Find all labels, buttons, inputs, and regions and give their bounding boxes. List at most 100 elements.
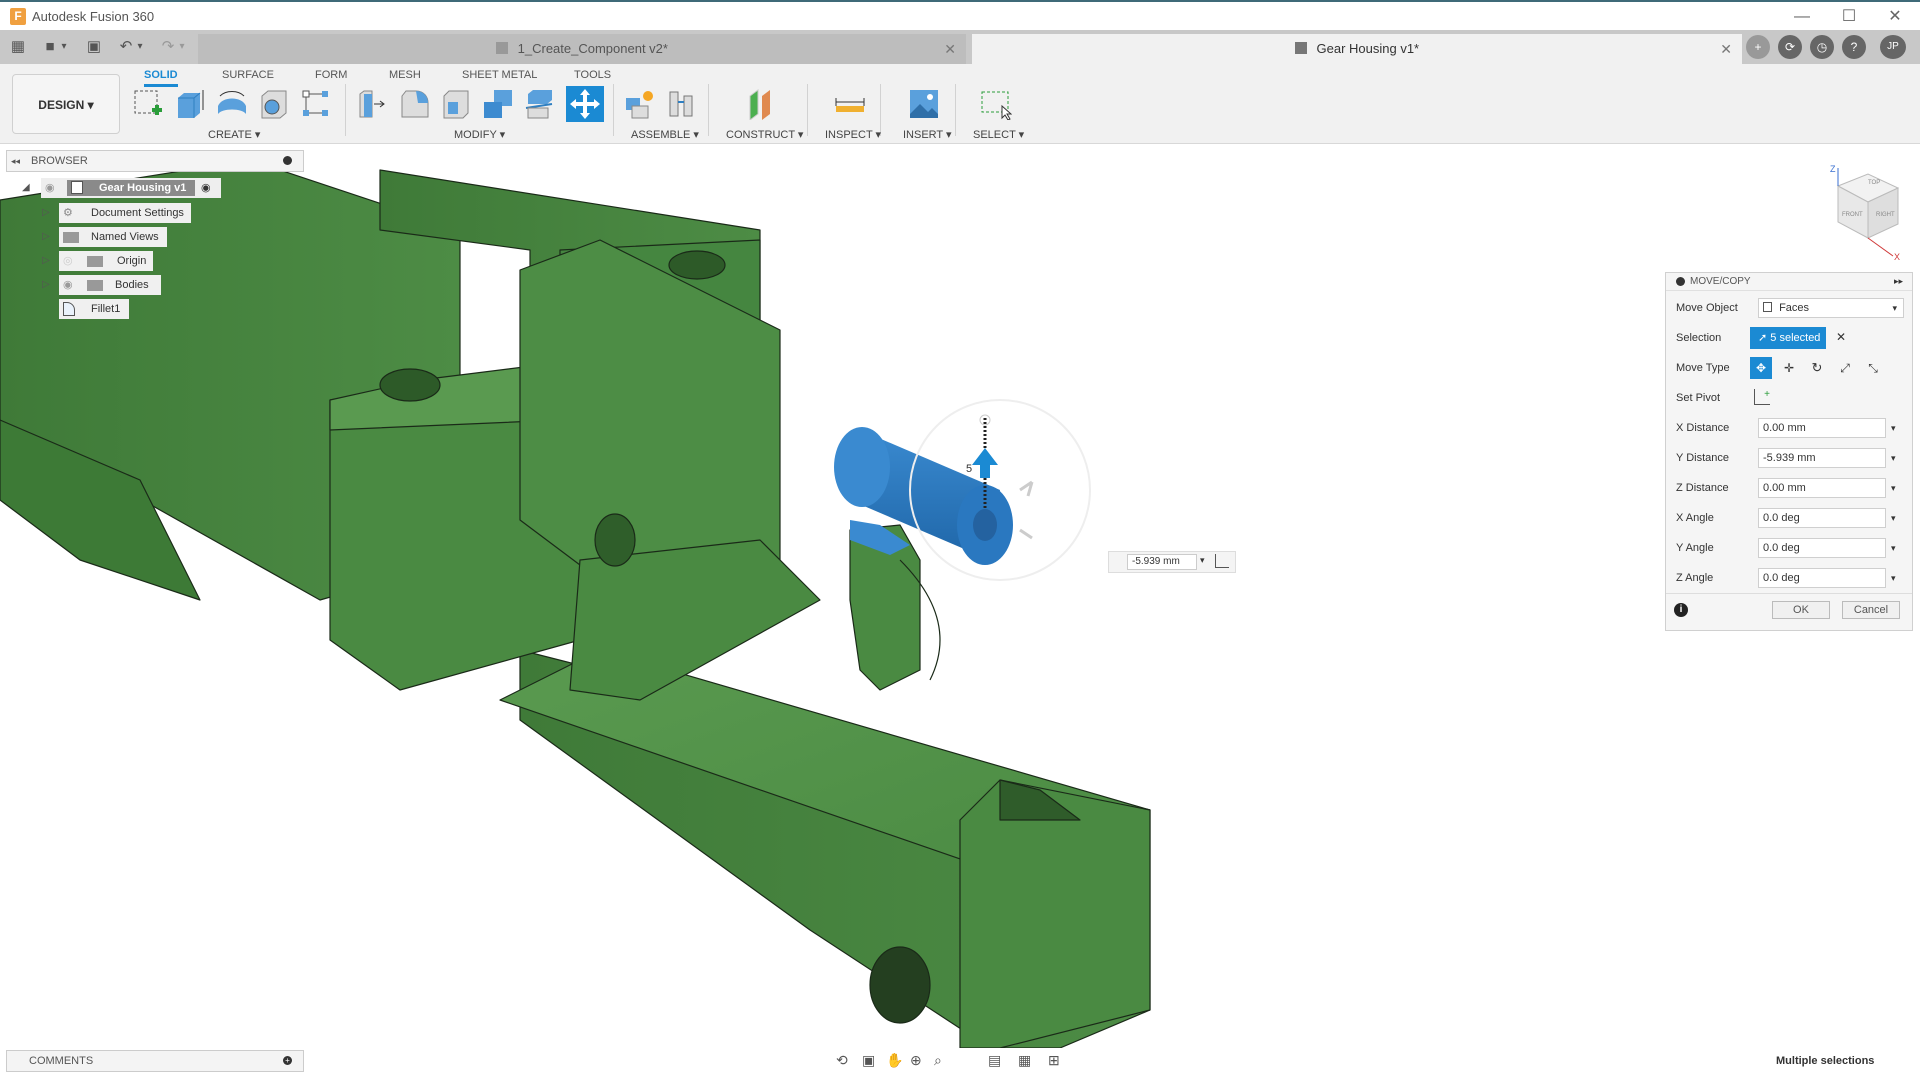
redo-caret-icon[interactable]: ▾ [176,37,188,57]
x-angle-input[interactable]: 0.0 deg [1758,508,1886,528]
ribbon-tab-mesh[interactable]: MESH [389,69,421,81]
free-move-icon[interactable]: ✥ [1750,357,1772,379]
y-distance-caret-icon[interactable]: ▾ [1891,453,1896,464]
pattern-icon[interactable] [300,88,332,120]
orbit-icon[interactable]: ⟲ [836,1052,848,1069]
manipulator-options-icon[interactable] [1215,554,1229,568]
move-object-select[interactable]: Faces ▾ [1758,298,1904,318]
display-settings-icon[interactable]: ▤ [988,1052,1001,1069]
y-distance-input[interactable]: -5.939 mm [1758,448,1886,468]
browser-pin-icon[interactable] [283,156,292,165]
move-copy-tool[interactable] [566,86,604,122]
save-icon[interactable]: ▣ [84,37,104,57]
expand-icon[interactable]: ▷ [42,207,52,221]
z-distance-caret-icon[interactable]: ▾ [1891,483,1896,494]
expand-icon[interactable]: ▷ [42,255,52,269]
expand-root-icon[interactable]: ◢ [22,182,32,196]
workspace-switcher[interactable]: DESIGN ▾ [12,74,120,134]
viewports-icon[interactable]: ⊞ [1048,1052,1060,1069]
view-cube[interactable]: TOP FRONT RIGHT Z X [1808,164,1908,266]
measure-icon[interactable] [834,88,866,120]
undo-caret-icon[interactable]: ▾ [134,37,146,57]
ribbon-tab-form[interactable]: FORM [315,69,347,81]
press-pull-icon[interactable] [356,88,388,120]
combine-icon[interactable] [482,88,514,120]
insert-menu[interactable]: INSERT ▾ [903,128,952,141]
browser-item-origin[interactable]: ◎ Origin [59,251,153,271]
z-distance-input[interactable]: 0.00 mm [1758,478,1886,498]
close-tab-icon[interactable]: ✕ [944,34,956,64]
cancel-button[interactable]: Cancel [1842,601,1900,619]
dialog-pin-icon[interactable] [1676,277,1685,286]
ribbon-tab-tools[interactable]: TOOLS [574,69,611,81]
extrude-icon[interactable] [174,88,206,120]
z-angle-input[interactable]: 0.0 deg [1758,568,1886,588]
y-angle-caret-icon[interactable]: ▾ [1891,543,1896,554]
visibility-off-icon[interactable]: ◎ [63,251,73,271]
insert-image-icon[interactable] [908,88,940,120]
viewcube-right-label[interactable]: RIGHT [1876,212,1895,218]
ok-button[interactable]: OK [1772,601,1830,619]
data-panel-grid-icon[interactable]: ▦ [8,37,28,57]
set-pivot-icon[interactable]: + [1754,389,1770,405]
fillet-icon[interactable] [398,88,430,120]
ribbon-tab-solid[interactable]: SOLID [144,69,178,87]
browser-item-document-settings[interactable]: ⚙ Document Settings [59,203,191,223]
new-tab-icon[interactable]: + [1746,35,1770,59]
select-window-icon[interactable] [980,88,1012,120]
joint-icon[interactable] [666,88,698,120]
minimize-button[interactable]: — [1787,6,1817,28]
translate-icon[interactable]: ✛ [1778,357,1800,379]
assemble-menu[interactable]: ASSEMBLE ▾ [631,128,699,141]
notifications-icon[interactable]: ◷ [1810,35,1834,59]
undo-icon[interactable]: ↶ [116,37,136,57]
add-comment-icon[interactable]: + [283,1056,292,1065]
browser-item-named-views[interactable]: Named Views [59,227,167,247]
viewcube-front-label[interactable]: FRONT [1842,212,1863,218]
expand-dialog-icon[interactable]: ▸▸ [1894,276,1903,287]
offset-face-icon[interactable] [524,88,556,120]
close-window-button[interactable]: ✕ [1880,6,1910,28]
fit-icon[interactable]: ⌕ [934,1052,942,1069]
construct-menu[interactable]: CONSTRUCT ▾ [726,128,803,141]
browser-item-root[interactable]: ◉ Gear Housing v1 ◉ [41,178,221,198]
select-menu[interactable]: SELECT ▾ [973,128,1024,141]
close-tab-icon[interactable]: ✕ [1720,34,1732,64]
tab-create-component[interactable]: 1_Create_Component v2* ✕ [198,34,966,64]
info-icon[interactable]: i [1674,603,1688,617]
grid-settings-icon[interactable]: ▦ [1018,1052,1031,1069]
visibility-eye-icon[interactable]: ◉ [45,178,55,198]
new-component-icon[interactable] [624,88,656,120]
collapse-browser-icon[interactable]: ◂◂ [11,151,20,171]
shell-icon[interactable] [440,88,472,120]
viewcube-top-label[interactable]: TOP [1868,180,1880,186]
browser-item-fillet1[interactable]: Fillet1 [59,299,129,319]
activate-component-icon[interactable]: ◉ [201,178,211,198]
manipulator-caret-icon[interactable]: ▾ [1200,555,1205,566]
file-menu-icon[interactable]: ■ [40,37,60,57]
point-to-point-icon[interactable]: ⤢ [1834,357,1856,379]
modify-menu[interactable]: MODIFY ▾ [454,128,505,141]
selection-button[interactable]: ➚ 5 selected [1750,327,1826,349]
zoom-icon[interactable]: ⊕ [910,1052,922,1069]
clear-selection-icon[interactable]: ✕ [1836,330,1846,344]
job-status-icon[interactable]: ⟳ [1778,35,1802,59]
user-avatar[interactable]: JP [1880,35,1906,59]
x-angle-caret-icon[interactable]: ▾ [1891,513,1896,524]
revolve-icon[interactable] [216,88,248,120]
ribbon-tab-sheet-metal[interactable]: SHEET METAL [462,69,537,81]
x-distance-caret-icon[interactable]: ▾ [1891,423,1896,434]
point-to-position-icon[interactable]: ⤡ [1862,357,1884,379]
expand-icon[interactable]: ▷ [42,231,52,245]
expand-icon[interactable]: ▷ [42,279,52,293]
manipulator-distance-input[interactable]: -5.939 mm [1127,554,1197,570]
visibility-eye-icon[interactable]: ◉ [63,275,73,295]
browser-item-bodies[interactable]: ◉ Bodies [59,275,161,295]
maximize-button[interactable]: ☐ [1834,6,1864,28]
y-angle-input[interactable]: 0.0 deg [1758,538,1886,558]
ribbon-tab-surface[interactable]: SURFACE [222,69,274,81]
create-sketch-icon[interactable] [132,88,164,120]
redo-icon[interactable]: ↷ [158,37,178,57]
help-icon[interactable]: ? [1842,35,1866,59]
tab-gear-housing[interactable]: Gear Housing v1* ✕ [972,34,1742,64]
